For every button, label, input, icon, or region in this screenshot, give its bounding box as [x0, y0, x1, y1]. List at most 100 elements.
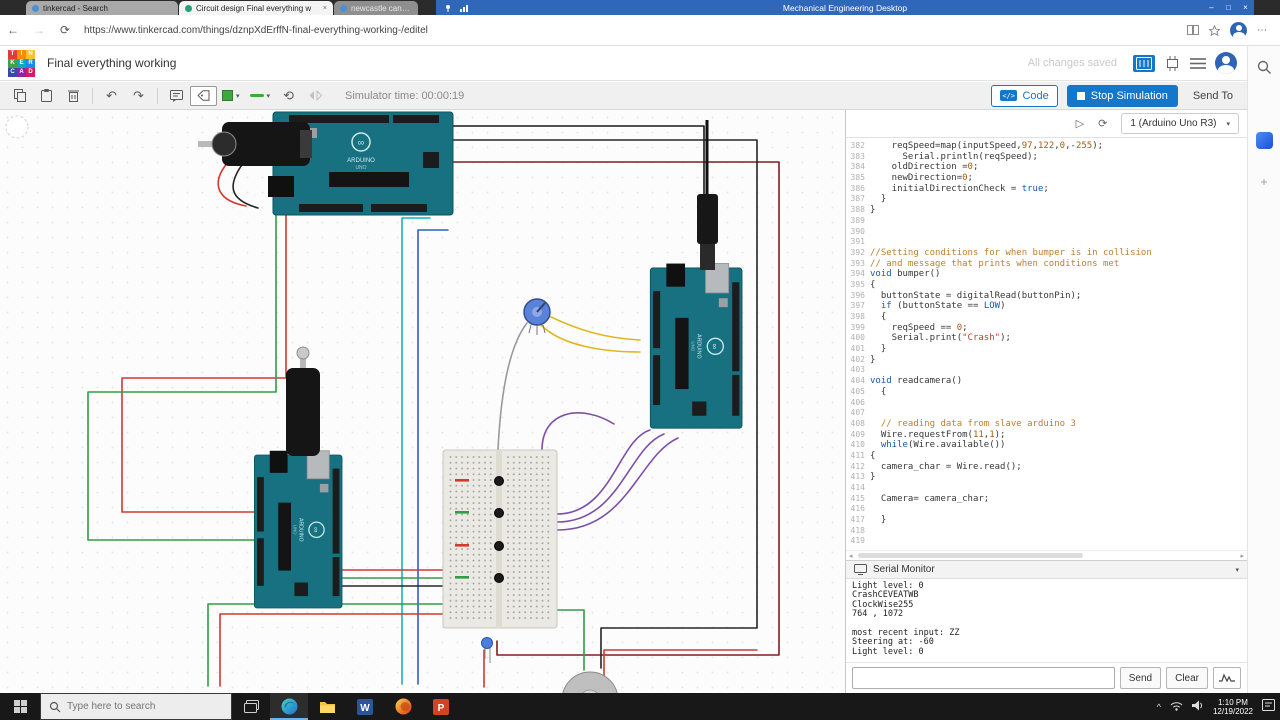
- tray-expand-icon[interactable]: ^: [1157, 702, 1161, 712]
- code-line[interactable]: 402}: [846, 355, 1247, 366]
- wire-type-dropdown[interactable]: ▾: [245, 86, 276, 106]
- url-text[interactable]: https://www.tinkercad.com/things/dznpXdE…: [84, 25, 428, 36]
- notes-icon[interactable]: [163, 86, 190, 106]
- code-line[interactable]: 389: [846, 216, 1247, 227]
- breadboard[interactable]: [442, 449, 558, 629]
- wifi-icon[interactable]: [1170, 698, 1183, 716]
- powerpoint-taskbar-icon[interactable]: P: [422, 693, 460, 720]
- chevron-down-icon[interactable]: ▾: [1235, 566, 1239, 574]
- browser-tab-canvas[interactable]: newcastle canvas: [334, 1, 418, 15]
- horizontal-scrollbar[interactable]: ◂ ▸: [846, 550, 1247, 560]
- user-avatar[interactable]: [1215, 52, 1237, 74]
- code-line[interactable]: 388}: [846, 205, 1247, 216]
- schematic-view-icon[interactable]: [1164, 55, 1181, 71]
- sidebar-app-icon[interactable]: [1255, 132, 1273, 149]
- serial-input[interactable]: [852, 667, 1115, 689]
- code-editor[interactable]: 382 reqSpeed=map(inputSpeed,97,122,0,-25…: [846, 138, 1247, 550]
- action-center-icon[interactable]: [1262, 698, 1275, 716]
- breadboard-view-icon[interactable]: [1133, 54, 1155, 72]
- code-line[interactable]: 407: [846, 408, 1247, 419]
- code-line[interactable]: 395{: [846, 280, 1247, 291]
- pan-control[interactable]: [5, 115, 29, 139]
- code-line[interactable]: 413}: [846, 472, 1247, 483]
- edge-taskbar-icon[interactable]: [270, 693, 308, 720]
- code-line[interactable]: 391: [846, 237, 1247, 248]
- design-title[interactable]: Final everything working: [47, 56, 176, 70]
- start-button[interactable]: [0, 693, 40, 720]
- code-line[interactable]: 408 // reading data from slave arduino 3: [846, 419, 1247, 430]
- code-line[interactable]: 415 Camera= camera_char;: [846, 494, 1247, 505]
- code-line[interactable]: 417 }: [846, 515, 1247, 526]
- code-line[interactable]: 396 buttonState = digitalRead(buttonPin)…: [846, 291, 1247, 302]
- browser-tab-search[interactable]: tinkercad - Search: [26, 1, 178, 15]
- search-icon[interactable]: [1257, 60, 1272, 80]
- scroll-right-icon[interactable]: ▸: [1240, 552, 1244, 560]
- tab-close-icon[interactable]: ×: [323, 5, 327, 12]
- firefox-taskbar-icon[interactable]: [384, 693, 422, 720]
- task-view-button[interactable]: [232, 693, 270, 720]
- code-line[interactable]: 385 newDirection=0;: [846, 173, 1247, 184]
- browser-profile-avatar[interactable]: [1230, 21, 1247, 39]
- arduino-uno-board-2[interactable]: [649, 262, 743, 429]
- pushbutton[interactable]: [494, 476, 504, 486]
- code-line[interactable]: 410 while(Wire.available()): [846, 440, 1247, 451]
- code-line[interactable]: 392//Setting conditions for when bumper …: [846, 248, 1247, 259]
- code-line[interactable]: 419: [846, 536, 1247, 547]
- redo-icon[interactable]: ↷: [125, 86, 152, 106]
- code-line[interactable]: 406: [846, 398, 1247, 409]
- undo-icon[interactable]: ↶: [98, 86, 125, 106]
- code-line[interactable]: 412 camera_char = Wire.read();: [846, 462, 1247, 473]
- plus-icon[interactable]: +: [1260, 175, 1267, 189]
- board-selector-dropdown[interactable]: 1 (Arduino Uno R3) ▾: [1121, 113, 1239, 134]
- code-line[interactable]: 401 }: [846, 344, 1247, 355]
- code-line[interactable]: 383 Serial.println(reqSpeed);: [846, 152, 1247, 163]
- tinkercad-logo[interactable]: TINKERCAD: [8, 49, 35, 77]
- jumper[interactable]: [455, 576, 469, 579]
- circuit-canvas[interactable]: ∞ ARDUINO UNO: [0, 110, 845, 693]
- arduino-uno-board-3[interactable]: [253, 450, 343, 609]
- back-button[interactable]: ←: [0, 23, 26, 37]
- serial-output[interactable]: Light level: 0 CrashCEVEATWB ClockWise255 7…: [846, 579, 1247, 662]
- forward-button[interactable]: →: [26, 23, 52, 37]
- led[interactable]: [481, 637, 493, 664]
- split-screen-icon[interactable]: [1187, 25, 1199, 35]
- code-button[interactable]: </> Code: [990, 84, 1058, 107]
- code-line[interactable]: 399 reqSpeed == 0;: [846, 323, 1247, 334]
- code-line[interactable]: 403: [846, 365, 1247, 376]
- clear-button[interactable]: Clear: [1166, 667, 1208, 689]
- browser-menu-icon[interactable]: ⋯: [1257, 25, 1268, 36]
- graph-toggle-button[interactable]: [1213, 667, 1241, 689]
- refresh-button[interactable]: ⟳: [52, 23, 78, 37]
- jumper[interactable]: [455, 479, 469, 482]
- minimize-button[interactable]: –: [1203, 3, 1220, 12]
- delete-icon[interactable]: [60, 86, 87, 106]
- component-color-dropdown[interactable]: ▾: [217, 86, 245, 106]
- send-button[interactable]: Send: [1119, 667, 1162, 689]
- debug-step-icon[interactable]: ▷: [1076, 117, 1084, 130]
- code-line[interactable]: 393// and message that prints when condi…: [846, 259, 1247, 270]
- code-line[interactable]: 404 void readcamera(): [846, 376, 1247, 387]
- code-line[interactable]: 386 initialDirectionCheck = true;: [846, 184, 1247, 195]
- code-line[interactable]: 387 }: [846, 194, 1247, 205]
- usb-cable[interactable]: [697, 120, 718, 270]
- scrollbar-thumb[interactable]: [858, 553, 1083, 558]
- code-line[interactable]: 411{: [846, 451, 1247, 462]
- serial-monitor-header[interactable]: Serial Monitor ▾: [846, 560, 1247, 579]
- code-line[interactable]: 382 reqSpeed=map(inputSpeed,97,122,0,-25…: [846, 141, 1247, 152]
- word-taskbar-icon[interactable]: W: [346, 693, 384, 720]
- pushbutton[interactable]: [494, 541, 504, 551]
- flip-icon[interactable]: [302, 86, 329, 106]
- jumper[interactable]: [455, 511, 469, 514]
- rotate-icon[interactable]: ⟲: [275, 86, 302, 106]
- send-to-button[interactable]: Send To: [1187, 85, 1239, 107]
- code-line[interactable]: 409 Wire.requestFrom(11,1);: [846, 430, 1247, 441]
- dc-motor-top[interactable]: [198, 122, 312, 166]
- close-button[interactable]: ×: [1237, 3, 1254, 12]
- code-line[interactable]: 416: [846, 504, 1247, 515]
- dc-motor-left[interactable]: [286, 346, 320, 456]
- jumper[interactable]: [455, 544, 469, 547]
- stop-simulation-button[interactable]: Stop Simulation: [1066, 84, 1178, 107]
- taskbar-search[interactable]: [40, 693, 232, 720]
- scroll-left-icon[interactable]: ◂: [849, 552, 853, 560]
- code-line[interactable]: 394 void bumper(): [846, 269, 1247, 280]
